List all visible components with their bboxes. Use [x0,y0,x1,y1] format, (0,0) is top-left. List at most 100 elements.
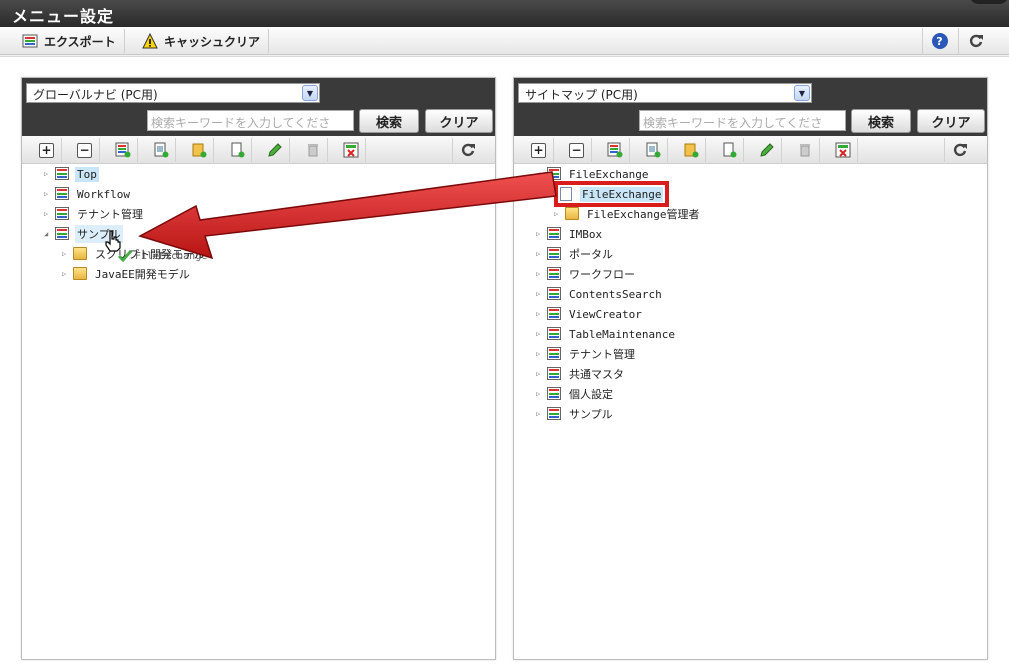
expand-icon: ▷ [536,270,541,278]
left-add-page-button[interactable] [222,138,252,162]
tree-item[interactable]: ▷ JavaEE開発モデル [62,265,192,283]
expand-icon: ◢ [44,230,49,238]
tree-item[interactable]: ▷ サンプル [536,405,615,423]
pencil-icon [759,143,774,157]
left-add-folder-button[interactable] [184,138,214,162]
expand-icon: ▷ [536,410,541,418]
left-delete-button[interactable] [298,138,328,162]
expand-icon: ▷ [536,390,541,398]
right-refresh-button[interactable] [944,138,974,162]
tree-item[interactable]: ▷ 個人設定 [536,385,615,403]
left-collapse-all-button[interactable]: − [70,138,100,162]
tree-item[interactable]: ▷ ポータル [536,245,615,263]
left-edit-button[interactable] [260,138,290,162]
tree-item[interactable]: ▷ IMBox [536,225,604,243]
minus-icon: − [569,142,584,158]
help-icon: ? [931,33,948,49]
trash-icon [307,144,318,157]
right-menu-select[interactable]: サイトマップ (PC用) ▼ [518,83,812,103]
left-add-menu-button[interactable] [108,138,138,162]
expand-icon: ▷ [44,210,49,218]
remove-icon [343,142,358,158]
tree-item[interactable]: ▷ テナント管理 [536,345,637,363]
add-document-icon [154,142,168,158]
tree-item-label: ContentsSearch [569,287,662,301]
window-title-bar: メニュー設定 [0,0,1009,27]
list-icon [55,167,71,181]
left-expand-all-button[interactable]: + [32,138,62,162]
tree-item-label: Top [75,166,99,182]
tree-item-label: FileExchange管理者 [587,208,700,221]
right-remove-button[interactable] [828,138,858,162]
right-expand-all-button[interactable]: + [524,138,554,162]
tree-item[interactable]: ▷ Workflow [44,185,132,203]
tree-item[interactable]: ▷ FileExchange管理者 [554,205,701,223]
right-add-folder-button[interactable] [676,138,706,162]
left-menu-select-value: グローバルナビ (PC用) [33,88,158,102]
cache-clear-button[interactable]: キャッシュクリア [134,29,270,53]
add-document-icon [646,142,660,158]
tree-item[interactable]: ▷ ContentsSearch [536,285,664,303]
expand-icon: ▷ [536,370,541,378]
right-add-item-button[interactable] [638,138,668,162]
left-clear-button[interactable]: クリア [425,109,493,133]
right-menu-tree: ◢ FileExchange FileExchange ▷ FileExchan… [514,164,987,659]
drag-ghost: FileExchange [118,247,207,265]
list-icon [547,227,563,241]
cache-clear-label: キャッシュクリア [164,34,261,49]
tree-item-label: Workflow [77,187,130,201]
tree-item-label: 個人設定 [569,388,613,401]
warning-icon [142,32,158,49]
expand-icon: ▷ [44,170,49,178]
left-menu-select[interactable]: グローバルナビ (PC用) ▼ [26,83,320,103]
list-icon [547,267,563,281]
window-title: メニュー設定 [12,7,115,26]
tree-item[interactable]: ▷ ワークフロー [536,265,637,283]
right-search-input[interactable]: 検索キーワードを入力してくださ [639,110,846,131]
folder-icon [73,247,89,261]
expand-icon: ▷ [44,190,49,198]
left-panel-header: グローバルナビ (PC用) ▼ 検索キーワードを入力してくださ 検索 クリア [22,78,495,136]
left-remove-button[interactable] [336,138,366,162]
tree-item-selected[interactable]: FileExchange [554,181,670,207]
remove-icon [835,142,850,158]
reload-button[interactable] [958,28,992,54]
left-add-item-button[interactable] [146,138,176,162]
tree-item-label: ポータル [569,248,613,261]
main-toolbar: エクスポート キャッシュクリア ? [0,27,1009,55]
folder-icon [73,267,89,281]
right-clear-button[interactable]: クリア [917,109,985,133]
left-search-button[interactable]: 検索 [359,109,419,133]
help-button[interactable]: ? [922,28,956,54]
tree-item[interactable]: ▷ テナント管理 [44,205,145,223]
add-list-icon [115,142,130,158]
tree-item[interactable]: ▷ ViewCreator [536,305,644,323]
export-icon [22,33,38,49]
right-edit-button[interactable] [752,138,782,162]
chevron-down-icon: ▼ [794,85,810,101]
right-search-button[interactable]: 検索 [851,109,911,133]
tree-item[interactable]: ▷ TableMaintenance [536,325,677,343]
trash-icon [799,144,810,157]
list-icon [547,407,563,421]
expand-icon: ▷ [62,270,67,278]
folder-icon [565,207,581,221]
right-delete-button[interactable] [790,138,820,162]
left-search-placeholder: 検索キーワードを入力してくださ [151,116,331,130]
minus-icon: − [77,142,92,158]
right-add-menu-button[interactable] [600,138,630,162]
tree-item-label: IMBox [569,227,603,241]
list-icon [55,227,71,241]
tree-item[interactable]: ▷ 共通マスタ [536,365,626,383]
left-refresh-button[interactable] [452,138,482,162]
list-icon [547,367,563,381]
content-area: グローバルナビ (PC用) ▼ 検索キーワードを入力してくださ 検索 クリア +… [0,56,1009,670]
expand-icon: ▷ [62,250,67,258]
collapse-icon: ◢ [536,170,541,178]
export-button[interactable]: エクスポート [14,29,125,53]
right-add-page-button[interactable] [714,138,744,162]
hand-cursor-icon [105,230,121,252]
tree-item[interactable]: ▷ Top [44,165,99,183]
right-collapse-all-button[interactable]: − [562,138,592,162]
left-search-input[interactable]: 検索キーワードを入力してくださ [147,110,354,131]
